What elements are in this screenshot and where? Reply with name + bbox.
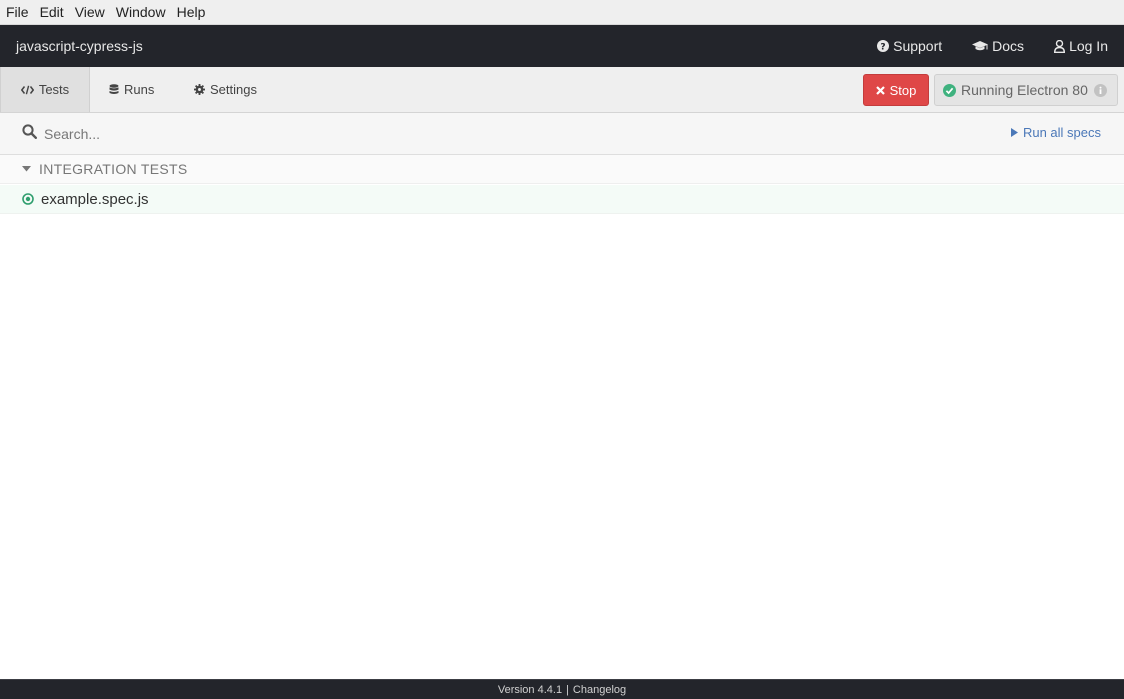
footer-separator: | [566, 683, 569, 696]
spec-file-row[interactable]: example.spec.js [0, 185, 1124, 214]
stop-label: Stop [889, 82, 917, 98]
tab-tests-label: Tests [38, 82, 70, 97]
browser-status-label: Running Electron 80 [961, 82, 1088, 98]
play-icon [1010, 128, 1018, 137]
run-all-specs-label: Run all specs [1022, 125, 1101, 140]
tab-runs[interactable]: Runs [109, 67, 154, 112]
caret-down-icon [22, 166, 31, 172]
question-circle-icon: ? [877, 40, 890, 52]
gear-icon [194, 84, 205, 95]
check-circle-icon [943, 83, 956, 97]
folder-integration-tests[interactable]: INTEGRATION TESTS [0, 155, 1124, 184]
login-link[interactable]: Log In [1054, 38, 1108, 54]
docs-label: Docs [992, 38, 1025, 54]
search-bar: Run all specs [0, 113, 1124, 155]
tab-tests[interactable]: Tests [0, 67, 90, 112]
folder-label: INTEGRATION TESTS [39, 161, 188, 177]
code-icon [20, 85, 34, 94]
tab-runs-label: Runs [124, 82, 155, 97]
menu-edit[interactable]: Edit [40, 0, 64, 25]
stop-button[interactable]: Stop [863, 74, 929, 106]
tab-settings-label: Settings [210, 82, 257, 97]
info-circle-icon[interactable] [1093, 83, 1107, 97]
spec-file-label: example.spec.js [41, 190, 149, 208]
changelog-link[interactable]: Changelog [573, 684, 626, 696]
nav-bar: Tests Runs Settings Stop Running Electro… [0, 67, 1124, 113]
support-link[interactable]: ? Support [877, 38, 942, 54]
os-menu-bar: File Edit View Window Help [0, 0, 1124, 25]
login-label: Log In [1069, 38, 1108, 54]
support-label: Support [893, 38, 943, 54]
search-icon [22, 124, 37, 139]
version-text: Version 4.4.1 [497, 683, 563, 696]
header-links: ? Support Docs Log In [847, 38, 1108, 54]
tab-settings[interactable]: Settings [194, 67, 257, 112]
project-name: javascript-cypress-js [16, 38, 143, 54]
close-icon [875, 85, 885, 95]
search-input[interactable] [44, 121, 644, 147]
svg-text:?: ? [880, 42, 885, 52]
dot-circle-icon [22, 193, 34, 205]
graduation-cap-icon [972, 41, 989, 51]
run-all-specs-button[interactable]: Run all specs [1010, 125, 1101, 140]
footer: Version 4.4.1 | Changelog [0, 679, 1124, 699]
menu-window[interactable]: Window [116, 0, 166, 25]
menu-file[interactable]: File [6, 0, 29, 25]
docs-link[interactable]: Docs [972, 38, 1024, 54]
app-header: javascript-cypress-js ? Support Docs Log… [0, 25, 1124, 67]
menu-view[interactable]: View [75, 0, 105, 25]
browser-status-button[interactable]: Running Electron 80 [934, 74, 1118, 106]
menu-help[interactable]: Help [177, 0, 206, 25]
user-icon [1054, 39, 1066, 53]
database-icon [109, 84, 119, 94]
